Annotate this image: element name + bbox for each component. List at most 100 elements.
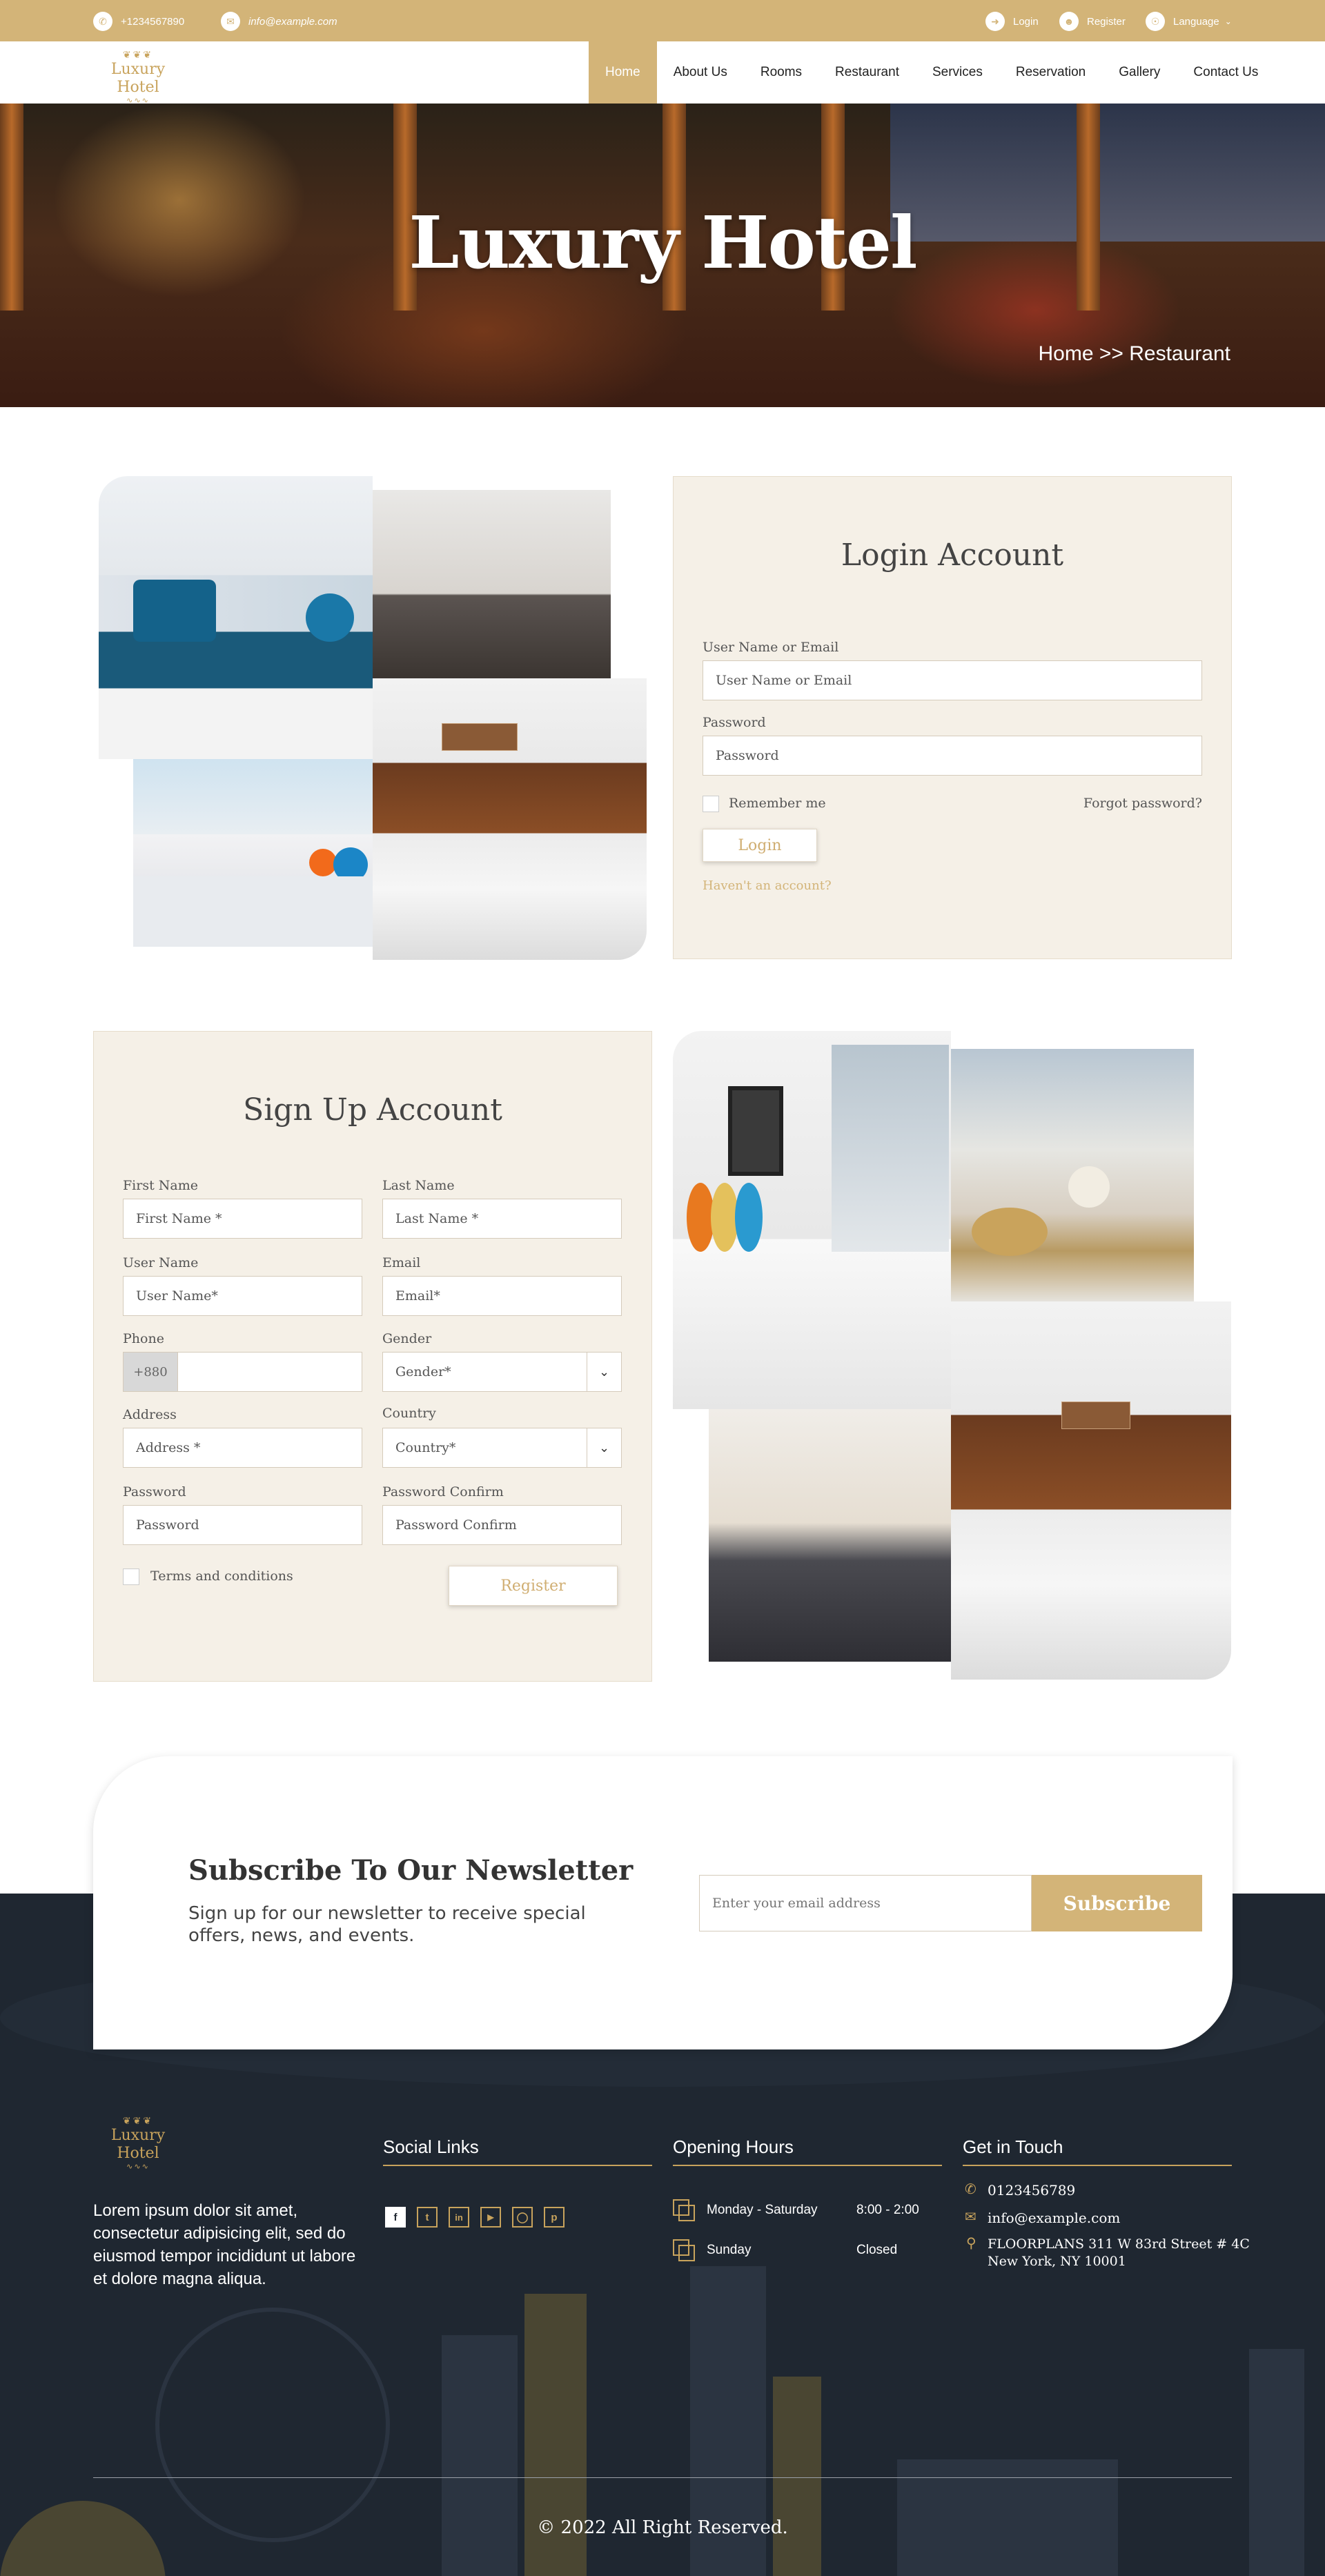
chevron-down-icon: ⌄ [587, 1353, 621, 1391]
mail-icon: ✉ [221, 12, 240, 31]
forgot-password-link[interactable]: Forgot password? [1083, 796, 1202, 811]
phone-icon: ✆ [965, 2181, 976, 2197]
topbar-email[interactable]: ✉ info@example.com [221, 12, 337, 31]
gender-select-value: Gender* [395, 1364, 451, 1379]
hours-day: Monday - Saturday [707, 2203, 818, 2217]
first-name-label: First Name [123, 1178, 198, 1193]
terms-label[interactable]: Terms and conditions [150, 1569, 293, 1584]
phone-prefix[interactable]: +880 [123, 1352, 178, 1392]
copyright-text: © 2022 All Right Reserved. [537, 2517, 788, 2538]
room-photo-bed-orange-pillows [673, 1031, 951, 1409]
login-password-label: Password [703, 715, 766, 730]
calendar-icon [673, 2199, 695, 2221]
topbar-register-text: Register [1087, 15, 1126, 28]
breadcrumb[interactable]: Home >> Restaurant [1039, 342, 1230, 366]
topbar-login[interactable]: ➜ Login [985, 12, 1039, 31]
terms-checkbox[interactable] [123, 1569, 139, 1585]
password-input[interactable] [123, 1505, 362, 1545]
login-password-input[interactable] [703, 736, 1202, 776]
logo[interactable]: ❦❦❦ Luxury Hotel ∿∿∿ [93, 50, 183, 105]
no-account-link[interactable]: Haven't an account? [703, 878, 832, 893]
top-bar: ✆ +1234567890 ✉ info@example.com ➜ Login… [0, 0, 1325, 41]
logo-ornament-bottom: ∿∿∿ [126, 2162, 150, 2171]
login-button[interactable]: Login [703, 829, 817, 862]
user-icon: ☻ [1059, 12, 1079, 31]
instagram-icon[interactable]: ◯ [512, 2207, 533, 2228]
footer-about-text: Lorem ipsum dolor sit amet, consectetur … [93, 2201, 356, 2288]
login-icon: ➜ [985, 12, 1005, 31]
address-label: Address [123, 1407, 177, 1422]
footer-address-line2: New York, NY 10001 [988, 2254, 1126, 2269]
last-name-label: Last Name [382, 1178, 455, 1193]
address-input[interactable] [123, 1428, 362, 1468]
footer-email[interactable]: info@example.com [988, 2210, 1120, 2226]
linkedin-icon[interactable]: in [449, 2207, 469, 2228]
room-photo-bedroom-dark [709, 1409, 951, 1662]
nav-contact-us[interactable]: Contact Us [1177, 41, 1275, 104]
nav-rooms[interactable]: Rooms [744, 41, 818, 104]
topbar-language[interactable]: ☉ Language ⌄ [1146, 12, 1232, 31]
nav-restaurant[interactable]: Restaurant [818, 41, 916, 104]
footer-logo[interactable]: ❦❦❦ Luxury Hotel ∿∿∿ [93, 2116, 183, 2171]
social-links-heading: Social Links [383, 2136, 652, 2166]
nav-home[interactable]: Home [589, 41, 657, 104]
register-button[interactable]: Register [449, 1566, 618, 1606]
chevron-down-icon: ⌄ [587, 1428, 621, 1467]
newsletter-email-input[interactable] [699, 1875, 1032, 1931]
footer-logo-text: Luxury Hotel [110, 2127, 166, 2162]
nav-reservation[interactable]: Reservation [999, 41, 1102, 104]
nav-gallery[interactable]: Gallery [1102, 41, 1177, 104]
email-input[interactable] [382, 1276, 622, 1316]
remember-me-label: Remember me [729, 796, 826, 811]
password-label: Password [123, 1484, 186, 1500]
footer-phone[interactable]: 0123456789 [988, 2182, 1075, 2199]
logo-ornament-top: ❦❦❦ [122, 50, 154, 61]
password-confirm-label: Password Confirm [382, 1484, 504, 1500]
footer-bg-dome [0, 2501, 166, 2576]
topbar-email-text: info@example.com [248, 15, 337, 28]
signup-title: Sign Up Account [243, 1092, 502, 1128]
login-title: Login Account [841, 538, 1064, 573]
opening-hours-heading: Opening Hours [673, 2136, 942, 2166]
footer-address-line1: FLOORPLANS 311 W 83rd Street # 4C [988, 2236, 1250, 2252]
topbar-register[interactable]: ☻ Register [1059, 12, 1126, 31]
get-in-touch-heading: Get in Touch [963, 2136, 1232, 2166]
footer-bg-building [442, 2335, 518, 2576]
main-nav: Home About Us Rooms Restaurant Services … [589, 41, 1275, 104]
pinterest-icon[interactable]: p [544, 2207, 565, 2228]
country-select[interactable]: Country* ⌄ [382, 1428, 622, 1468]
last-name-input[interactable] [382, 1199, 622, 1239]
room-photo-bedroom-blue [99, 476, 373, 759]
navbar: ❦❦❦ Luxury Hotel ∿∿∿ Home About Us Rooms… [0, 41, 1325, 105]
nav-about-us[interactable]: About Us [657, 41, 744, 104]
remember-me-checkbox[interactable] [703, 796, 719, 812]
nav-services[interactable]: Services [916, 41, 999, 104]
email-label: Email [382, 1255, 421, 1270]
topbar-phone-text: +1234567890 [121, 15, 185, 28]
hero-title: Luxury Hotel [409, 200, 917, 285]
first-name-input[interactable] [123, 1199, 362, 1239]
facebook-icon[interactable]: f [385, 2207, 406, 2228]
topbar-phone[interactable]: ✆ +1234567890 [93, 12, 184, 31]
twitter-icon[interactable]: t [417, 2207, 438, 2228]
hours-time: 8:00 - 2:00 [856, 2203, 919, 2217]
newsletter-text: Sign up for our newsletter to receive sp… [188, 1903, 586, 1946]
phone-input[interactable] [177, 1352, 362, 1392]
newsletter-title: Subscribe To Our Newsletter [188, 1854, 634, 1887]
signup-card: Sign Up Account First Name Last Name Use… [93, 1031, 652, 1682]
username-input[interactable] [123, 1276, 362, 1316]
gender-label: Gender [382, 1331, 432, 1346]
login-username-input[interactable] [703, 660, 1202, 700]
footer-bg-building [773, 2377, 821, 2576]
room-photo-bedroom-white [133, 759, 373, 947]
subscribe-button[interactable]: Subscribe [1032, 1875, 1202, 1931]
username-label: User Name [123, 1255, 199, 1270]
password-confirm-input[interactable] [382, 1505, 622, 1545]
hours-day: Sunday [707, 2243, 752, 2257]
youtube-icon[interactable]: ▶ [480, 2207, 501, 2228]
newsletter-card: Subscribe To Our Newsletter Sign up for … [93, 1756, 1233, 2049]
country-label: Country [382, 1406, 436, 1421]
gender-select[interactable]: Gender* ⌄ [382, 1352, 622, 1392]
hours-time: Closed [856, 2243, 898, 2257]
topbar-login-text: Login [1013, 15, 1039, 28]
